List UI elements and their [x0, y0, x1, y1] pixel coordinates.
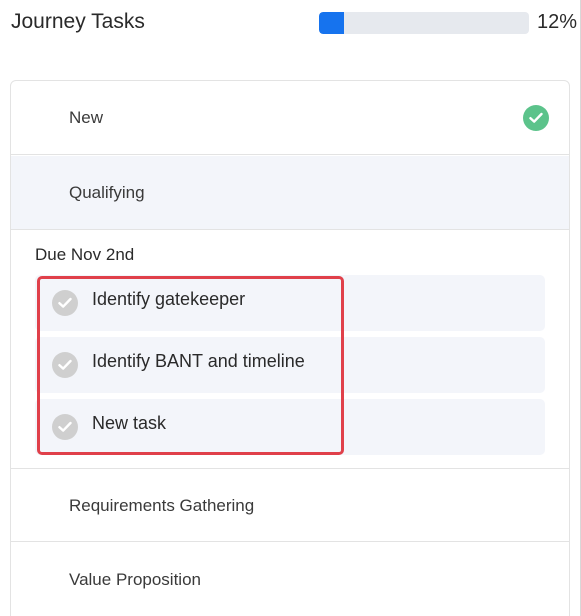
task-label: New task: [92, 413, 167, 433]
task-label: Identify gatekeeper: [92, 289, 246, 309]
check-circle-icon[interactable]: [52, 414, 78, 440]
task-item-identify-gatekeeper[interactable]: Identify gatekeeper: [35, 275, 545, 331]
journey-tasks-widget: Journey Tasks 12% New Qualifying Due Nov…: [0, 0, 581, 616]
stage-label: Value Proposition: [69, 570, 201, 589]
stage-requirements-gathering[interactable]: Requirements Gathering: [11, 468, 569, 542]
journey-progress-percent: 12%: [537, 11, 578, 33]
stage-new[interactable]: New: [11, 81, 569, 155]
due-date-label: Due Nov 2nd: [35, 245, 135, 264]
check-circle-icon[interactable]: [52, 352, 78, 378]
widget-header: Journey Tasks 12%: [11, 8, 580, 40]
completed-check-icon: [523, 105, 549, 131]
task-label: Identify BANT and timeline: [92, 351, 305, 371]
stage-label: Qualifying: [69, 183, 145, 202]
task-item-new-task[interactable]: New task: [35, 399, 545, 455]
task-item-identify-bant[interactable]: Identify BANT and timeline: [35, 337, 545, 393]
stage-label: New: [69, 108, 104, 127]
widget-title: Journey Tasks: [11, 10, 145, 33]
stage-label: Requirements Gathering: [69, 496, 255, 515]
check-circle-icon[interactable]: [52, 290, 78, 316]
stage-value-proposition[interactable]: Value Proposition: [11, 543, 569, 616]
stage-qualifying[interactable]: Qualifying: [11, 156, 569, 230]
journey-progress-bar: [319, 12, 529, 34]
journey-progress-fill: [319, 12, 345, 34]
stages-panel: New Qualifying Due Nov 2nd Identify gate…: [10, 80, 570, 616]
